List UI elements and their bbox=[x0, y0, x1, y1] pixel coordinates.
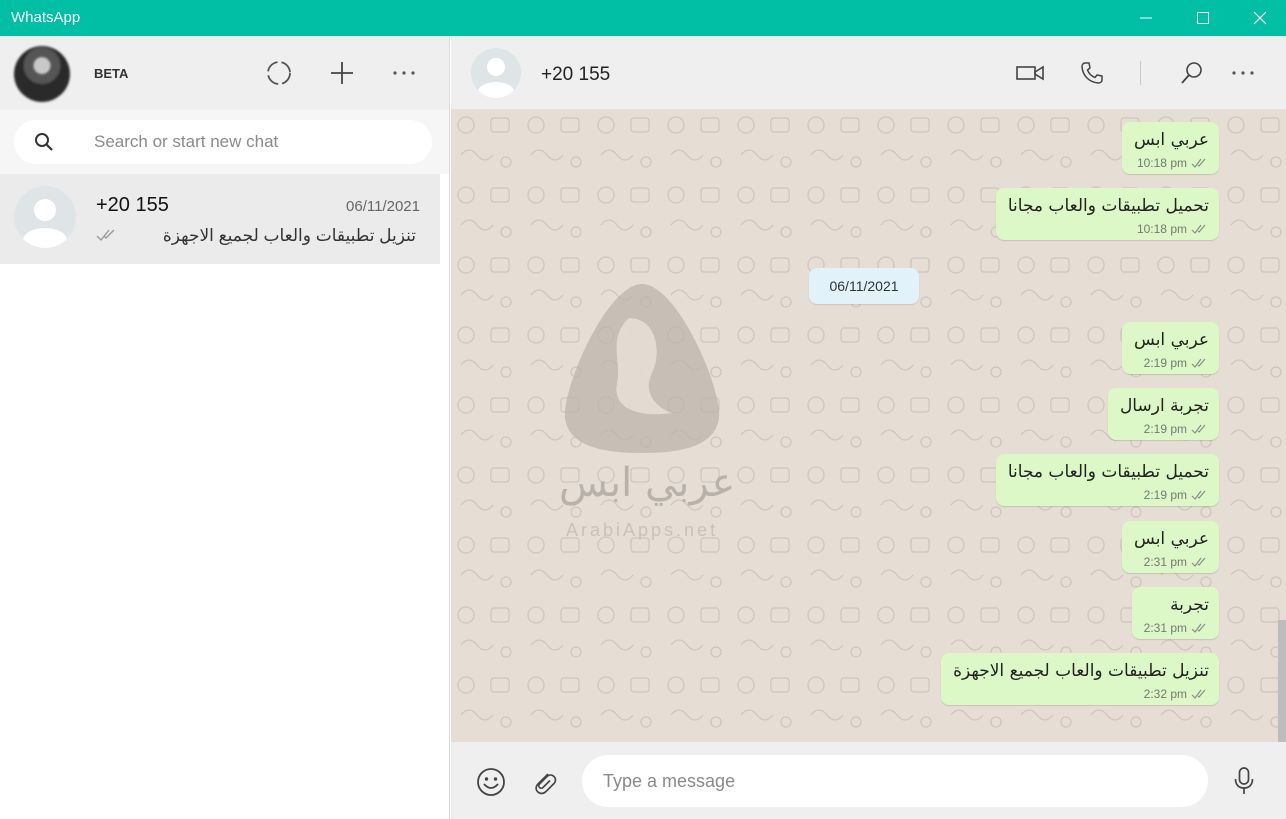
status-button[interactable] bbox=[264, 58, 294, 88]
message-text: عربي ابس bbox=[1134, 130, 1209, 150]
message-bubble[interactable]: تحميل تطبيقات والعاب مجانا 10:18 pm bbox=[995, 188, 1219, 240]
maximize-icon bbox=[1197, 12, 1209, 24]
conversation-pane: +20 155 عربي ابس ArabiApps.net 06/11/202… bbox=[451, 36, 1286, 819]
search-messages-button[interactable] bbox=[1175, 58, 1209, 88]
menu-icon bbox=[393, 71, 415, 75]
sidebar-menu-button[interactable] bbox=[389, 58, 419, 88]
message-time: 2:31 pm bbox=[1143, 621, 1187, 635]
voice-message-button[interactable] bbox=[1233, 766, 1255, 801]
message-text: تجربة bbox=[1170, 595, 1209, 615]
chat-preview: تنزيل تطبيقات والعاب لجميع الاجهزة bbox=[162, 226, 416, 245]
search-box[interactable] bbox=[14, 120, 432, 164]
status-icon bbox=[267, 61, 291, 85]
message-text: تنزيل تطبيقات والعاب لجميع الاجهزة bbox=[953, 661, 1209, 681]
attach-button[interactable] bbox=[529, 768, 559, 803]
read-ticks-icon bbox=[1191, 623, 1206, 633]
search-icon bbox=[1181, 62, 1202, 84]
chat-avatar bbox=[14, 186, 76, 248]
minimize-button[interactable] bbox=[1118, 0, 1174, 36]
message-scrollbar[interactable] bbox=[1278, 620, 1286, 742]
paperclip-icon bbox=[535, 773, 557, 795]
read-ticks-icon bbox=[1191, 158, 1206, 168]
message-text: تحميل تطبيقات والعاب مجانا bbox=[1007, 196, 1209, 216]
message-text: عربي ابس bbox=[1134, 529, 1209, 549]
message-time: 2:19 pm bbox=[1143, 488, 1187, 502]
video-call-icon bbox=[1016, 65, 1044, 81]
emoji-icon bbox=[477, 768, 505, 796]
watermark-subtext: ArabiApps.net bbox=[566, 520, 719, 540]
chat-date: 06/11/2021 bbox=[346, 198, 420, 215]
message-bubble[interactable]: تجربة 2:31 pm bbox=[1131, 587, 1219, 639]
message-bubble[interactable]: تحميل تطبيقات والعاب مجانا 2:19 pm bbox=[995, 454, 1219, 506]
maximize-button[interactable] bbox=[1175, 0, 1231, 36]
default-avatar-icon bbox=[23, 199, 67, 248]
composer-bar bbox=[451, 742, 1286, 819]
chat-name: +20 155 bbox=[96, 194, 169, 216]
video-call-button[interactable] bbox=[1013, 58, 1047, 88]
message-bubble[interactable]: عربي ابس 2:31 pm bbox=[1122, 521, 1219, 573]
message-bubble[interactable]: عربي ابس 2:19 pm bbox=[1122, 322, 1219, 374]
search-bar bbox=[0, 110, 449, 174]
message-text: تجربة ارسال bbox=[1119, 396, 1209, 416]
read-ticks-icon bbox=[1191, 689, 1206, 699]
contact-name[interactable]: +20 155 bbox=[541, 64, 610, 86]
message-time: 10:18 pm bbox=[1136, 156, 1187, 170]
microphone-icon bbox=[1234, 767, 1254, 794]
header-divider bbox=[1140, 61, 1141, 85]
chat-list-item[interactable]: +20 155 06/11/2021 تنزيل تطبيقات والعاب … bbox=[0, 174, 440, 264]
voice-call-icon bbox=[1081, 62, 1103, 84]
sidebar: BETA Search or start new chat +20 155 06… bbox=[0, 36, 450, 819]
read-ticks-icon bbox=[1191, 557, 1206, 567]
read-ticks-icon bbox=[1191, 490, 1206, 500]
emoji-button[interactable] bbox=[475, 766, 507, 803]
search-input[interactable] bbox=[94, 130, 414, 154]
app-title: WhatsApp bbox=[11, 9, 81, 26]
read-ticks-icon bbox=[1191, 358, 1206, 368]
contact-avatar[interactable] bbox=[471, 48, 521, 98]
message-time: 2:19 pm bbox=[1143, 356, 1187, 370]
message-time: 10:18 pm bbox=[1136, 222, 1187, 236]
default-avatar-icon bbox=[478, 58, 514, 98]
message-bubble[interactable]: عربي ابس 10:18 pm bbox=[1122, 122, 1219, 174]
conversation-header: +20 155 bbox=[451, 36, 1286, 110]
profile-avatar[interactable] bbox=[14, 46, 70, 102]
message-time: 2:32 pm bbox=[1143, 687, 1187, 701]
message-area[interactable]: عربي ابس ArabiApps.net 06/11/2021 عربي ا… bbox=[451, 110, 1286, 742]
close-icon bbox=[1253, 11, 1267, 25]
close-button[interactable] bbox=[1232, 0, 1286, 36]
search-icon bbox=[35, 133, 53, 151]
arabiapps-logo-icon bbox=[564, 284, 720, 453]
message-bubble[interactable]: تنزيل تطبيقات والعاب لجميع الاجهزة 2:32 … bbox=[941, 653, 1219, 705]
menu-icon bbox=[1232, 71, 1254, 75]
watermark-text: عربي ابس bbox=[559, 460, 736, 506]
message-text: تحميل تطبيقات والعاب مجانا bbox=[1007, 462, 1209, 482]
new-chat-button[interactable] bbox=[327, 58, 357, 88]
title-bar: WhatsApp bbox=[0, 0, 1286, 36]
message-text: عربي ابس bbox=[1134, 330, 1209, 350]
date-separator: 06/11/2021 bbox=[809, 268, 919, 304]
voice-call-button[interactable] bbox=[1075, 58, 1109, 88]
message-input[interactable] bbox=[582, 755, 1208, 807]
message-bubble[interactable]: تجربة ارسال 2:19 pm bbox=[1107, 388, 1219, 440]
message-time: 2:31 pm bbox=[1143, 555, 1187, 569]
conversation-menu-button[interactable] bbox=[1226, 58, 1260, 88]
read-ticks-icon bbox=[1191, 224, 1206, 234]
new-chat-icon bbox=[331, 62, 353, 84]
message-time: 2:19 pm bbox=[1143, 422, 1187, 436]
sidebar-header: BETA bbox=[0, 36, 449, 110]
read-ticks-icon bbox=[1191, 424, 1206, 434]
beta-label: BETA bbox=[94, 66, 129, 81]
minimize-icon bbox=[1140, 17, 1152, 19]
